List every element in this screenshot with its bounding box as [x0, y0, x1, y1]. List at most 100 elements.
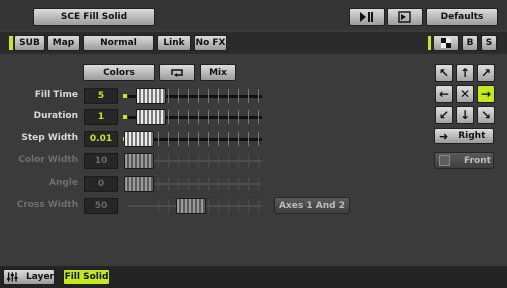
param-label: Duration	[33, 111, 78, 121]
axes-button[interactable]: Axes 1 And 2	[274, 197, 350, 214]
slider-tick	[158, 177, 159, 191]
tab-sub[interactable]: SUB	[14, 35, 45, 51]
slider-indicator	[123, 94, 127, 98]
slider-tick	[228, 132, 229, 146]
slider-tick	[168, 132, 169, 146]
loop-button[interactable]	[159, 64, 195, 81]
param-label: Color Width	[18, 155, 78, 165]
direction-up-arrow-icon[interactable]: ↑	[456, 64, 474, 82]
slider-knob[interactable]	[124, 153, 154, 169]
direction-up-right-arrow-icon[interactable]: ↗	[477, 64, 495, 82]
slider-tick	[258, 199, 259, 213]
slider-tick	[248, 132, 249, 146]
slider-knob[interactable]	[176, 198, 206, 214]
step-forward-icon	[360, 12, 373, 22]
slider-knob[interactable]	[124, 131, 154, 147]
slider-tick	[198, 154, 199, 168]
slider-tick	[248, 177, 249, 191]
slider-tick	[188, 154, 189, 168]
param-slider[interactable]	[123, 131, 262, 147]
tab-s[interactable]: S	[481, 35, 497, 51]
slider-tick	[238, 110, 239, 124]
front-button[interactable]: Front	[434, 152, 494, 169]
slider-tick	[168, 154, 169, 168]
slider-tick	[198, 177, 199, 191]
slider-tick	[238, 132, 239, 146]
tab-nofx[interactable]: No FX	[194, 35, 227, 51]
layer-button[interactable]: Layer	[3, 269, 55, 285]
param-value-field[interactable]: 50	[84, 198, 118, 214]
effect-title-button[interactable]: SCE Fill Solid	[33, 8, 155, 26]
slider-tick	[178, 89, 179, 103]
paste-settings-button[interactable]	[387, 8, 423, 26]
paste-icon	[398, 11, 411, 23]
checkerboard-icon	[441, 38, 451, 48]
slider-tick	[238, 154, 239, 168]
slider-tick	[218, 154, 219, 168]
slider-tick	[248, 199, 249, 213]
slider-tick	[178, 110, 179, 124]
direction-center-arrow-icon[interactable]: ✕	[456, 85, 474, 103]
slider-tick	[198, 110, 199, 124]
defaults-button[interactable]: Defaults	[426, 8, 498, 26]
mix-button[interactable]: Mix	[200, 64, 236, 81]
front-label: Front	[464, 155, 491, 166]
right-arrow-icon: ➜	[439, 129, 449, 143]
slider-tick	[248, 110, 249, 124]
slider-tick	[258, 177, 259, 191]
slider-tick	[228, 177, 229, 191]
direction-right-button[interactable]: ➜ Right	[434, 128, 494, 144]
param-label: Cross Width	[16, 200, 78, 210]
slider-tick	[208, 199, 209, 213]
slider-tick	[228, 154, 229, 168]
slider-tick	[208, 177, 209, 191]
param-slider[interactable]	[124, 153, 262, 169]
slider-tick	[158, 154, 159, 168]
slider-tick	[208, 89, 209, 103]
colors-button[interactable]: Colors	[83, 64, 155, 81]
slider-knob[interactable]	[136, 88, 166, 104]
tab-map[interactable]: Map	[47, 35, 80, 51]
param-value-field[interactable]: 10	[84, 153, 118, 169]
tab-b[interactable]: B	[462, 35, 478, 51]
slider-tick	[258, 89, 259, 103]
param-slider[interactable]	[124, 198, 262, 214]
param-value-field[interactable]: 0	[84, 176, 118, 192]
slider-tick	[178, 132, 179, 146]
slider-tick	[248, 89, 249, 103]
direction-right-arrow-icon[interactable]: →	[477, 85, 495, 103]
slider-tick	[178, 177, 179, 191]
fill-solid-tab[interactable]: Fill Solid	[63, 269, 110, 285]
sliders-icon	[7, 272, 18, 282]
slider-tick	[218, 132, 219, 146]
slider-tick	[238, 199, 239, 213]
param-value-field[interactable]: 1	[84, 109, 118, 125]
slider-tick	[248, 154, 249, 168]
direction-down-right-arrow-icon[interactable]: ↘	[477, 106, 495, 124]
param-value-field[interactable]: 5	[84, 88, 118, 104]
slider-tick	[158, 199, 159, 213]
param-slider[interactable]	[123, 109, 262, 125]
param-slider[interactable]	[124, 176, 262, 192]
param-slider[interactable]	[123, 88, 262, 104]
slider-tick	[168, 199, 169, 213]
front-icon	[439, 155, 450, 166]
tab-link[interactable]: Link	[157, 35, 191, 51]
slider-tick	[158, 132, 159, 146]
direction-up-left-arrow-icon[interactable]: ↖	[435, 64, 453, 82]
tab-normal[interactable]: Normal	[83, 35, 154, 51]
slider-tick	[218, 110, 219, 124]
param-value-field[interactable]: 0.01	[84, 131, 118, 147]
direction-down-left-arrow-icon[interactable]: ↙	[435, 106, 453, 124]
slider-tick	[228, 89, 229, 103]
slider-tick	[168, 110, 169, 124]
slider-knob[interactable]	[136, 109, 166, 125]
slider-knob[interactable]	[124, 176, 154, 192]
direction-down-arrow-icon[interactable]: ↓	[456, 106, 474, 124]
direction-left-arrow-icon[interactable]: ←	[435, 85, 453, 103]
checker-button[interactable]	[433, 35, 459, 51]
step-forward-button[interactable]	[349, 8, 385, 26]
slider-tick	[258, 154, 259, 168]
slider-tick	[198, 132, 199, 146]
slider-tick	[188, 89, 189, 103]
